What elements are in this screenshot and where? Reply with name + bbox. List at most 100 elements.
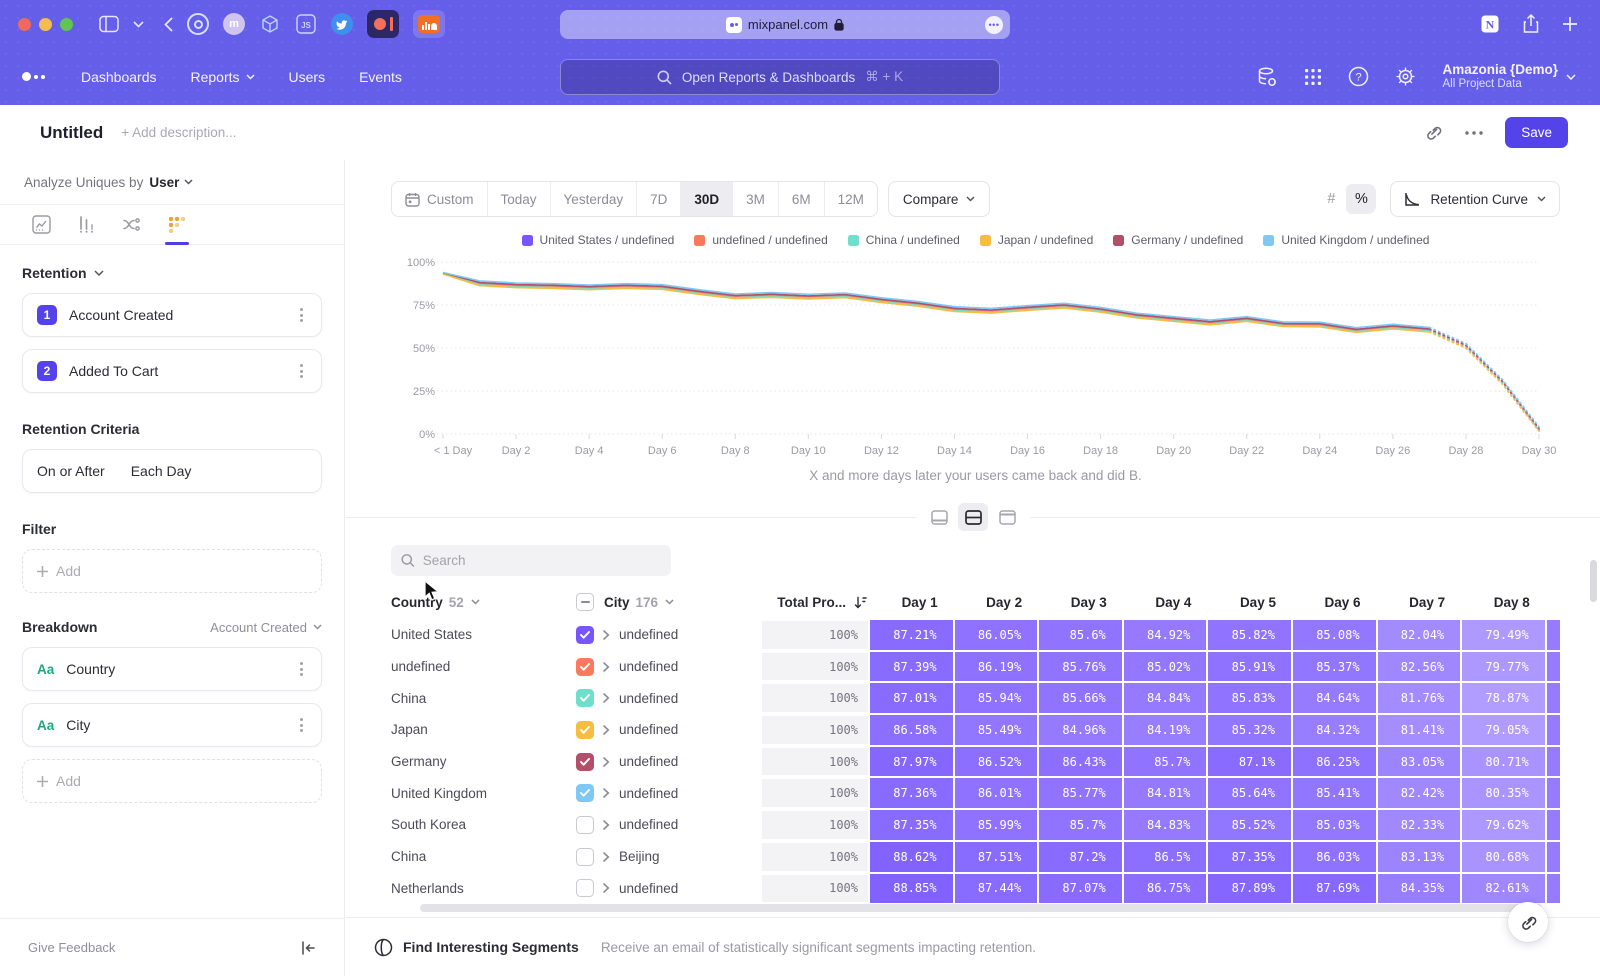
apps-grid-icon[interactable] [1304,68,1322,86]
share-link-fab[interactable] [1508,902,1548,942]
breakdown-event-selector[interactable]: Account Created [210,620,322,635]
expand-row-icon[interactable] [603,883,610,893]
retention-value-cell[interactable]: 86.5% [1124,842,1207,872]
nav-item-reports[interactable]: Reports [191,69,255,85]
series-line-projected[interactable] [1429,330,1539,430]
breakdown-city[interactable]: Aa City [22,703,322,747]
retention-value-cell[interactable]: 84.96% [1039,715,1122,745]
retention-value-cell[interactable]: 85.6% [1039,620,1122,650]
retention-value-cell[interactable]: 85.82% [1208,620,1291,650]
country-cell[interactable]: Netherlands [391,873,531,905]
city-cell[interactable]: undefined [531,682,761,714]
select-all-checkbox[interactable] [576,593,594,611]
zoom-window-button[interactable] [60,18,73,31]
retention-value-cell[interactable]: 86.58% [870,715,953,745]
legend-item[interactable]: United States / undefined [522,233,675,247]
retention-value-cell[interactable]: 80.68% [1462,842,1545,872]
retention-value-cell[interactable]: 87.07% [1039,874,1122,904]
retention-value-cell[interactable]: 84.92% [1124,620,1207,650]
kebab-menu-icon[interactable] [296,304,307,326]
favicon-js-icon[interactable]: JS [295,13,317,35]
retention-value-cell[interactable]: 82.33% [1378,810,1461,840]
retention-value-cell[interactable]: 84.32% [1293,715,1376,745]
retention-value-cell[interactable]: 79.49% [1462,620,1545,650]
favicon-bird-icon[interactable] [331,13,353,35]
save-button[interactable]: Save [1505,117,1568,148]
retention-value-cell[interactable]: 85.08% [1293,620,1376,650]
retention-value-cell[interactable]: 88.85% [870,874,953,904]
retention-value-cell[interactable]: 85.64% [1208,778,1291,808]
day-column-header[interactable]: Day 6 [1292,595,1377,610]
expand-row-icon[interactable] [603,662,610,672]
country-cell[interactable]: Germany [391,746,531,778]
day-column-header[interactable]: Day 7 [1377,595,1462,610]
project-switcher[interactable]: Amazonia {Demo} All Project Data [1442,62,1576,91]
city-cell[interactable]: undefined [531,651,761,683]
table-search[interactable] [391,545,671,576]
favicon-soundcloud-icon[interactable] [413,10,445,38]
retention-value-cell[interactable]: 87.36% [870,778,953,808]
global-search-button[interactable]: Open Reports & Dashboards ⌘ + K [560,59,1000,95]
retention-value-cell[interactable]: 79.62% [1462,810,1545,840]
tab-flows[interactable] [122,205,142,244]
retention-value-cell[interactable]: 85.02% [1124,652,1207,682]
retention-value-cell[interactable]: 79.77% [1462,652,1545,682]
series-line-projected[interactable] [1429,331,1539,431]
retention-value-cell[interactable]: 87.69% [1293,874,1376,904]
copy-link-icon[interactable] [1424,123,1443,142]
day-column-header[interactable]: Day 8 [1461,595,1546,610]
retention-value-cell[interactable]: 87.97% [870,747,953,777]
series-line-projected[interactable] [1429,332,1539,431]
country-column-header[interactable]: Country52 [391,595,531,610]
country-cell[interactable]: undefined [391,651,531,683]
date-range-yesterday[interactable]: Yesterday [551,182,638,216]
row-checkbox[interactable] [576,784,594,802]
retention-value-cell[interactable]: 85.66% [1039,683,1122,713]
retention-value-cell[interactable]: 82.56% [1378,652,1461,682]
retention-value-cell[interactable]: 82.61% [1462,874,1545,904]
retention-value-cell[interactable]: 87.2% [1039,842,1122,872]
tab-funnels[interactable] [77,205,96,244]
favicon-patreon-icon[interactable] [367,10,399,38]
more-options-button[interactable] [1465,131,1483,135]
retention-section-header[interactable]: Retention [22,265,322,281]
city-cell[interactable]: undefined [531,873,761,905]
retention-value-cell[interactable]: 87.35% [870,810,953,840]
url-bar[interactable]: mixpanel.com ••• [560,10,1010,39]
day-column-header[interactable]: Day 5 [1207,595,1292,610]
retention-value-cell[interactable]: 85.32% [1208,715,1291,745]
data-management-icon[interactable] [1256,66,1278,88]
settings-gear-icon[interactable] [1395,66,1416,87]
legend-item[interactable]: Japan / undefined [980,233,1093,247]
favicon-m-icon[interactable]: m [223,13,245,35]
find-segments-button[interactable]: Find Interesting Segments [374,938,579,957]
retention-value-cell[interactable]: 85.83% [1208,683,1291,713]
tab-insights[interactable] [32,205,51,244]
retention-value-cell[interactable]: 85.77% [1039,778,1122,808]
date-range-12m[interactable]: 12M [825,182,877,216]
retention-value-cell[interactable]: 82.04% [1378,620,1461,650]
expand-row-icon[interactable] [603,820,610,830]
city-cell[interactable]: undefined [531,746,761,778]
layout-chart-only-button[interactable] [924,503,954,531]
retention-value-cell[interactable]: 87.1% [1208,747,1291,777]
minimize-window-button[interactable] [39,18,52,31]
retention-value-cell[interactable]: 79.05% [1462,715,1545,745]
retention-value-cell[interactable]: 85.76% [1039,652,1122,682]
retention-value-cell[interactable]: 86.05% [955,620,1038,650]
nav-item-dashboards[interactable]: Dashboards [81,69,157,85]
row-checkbox[interactable] [576,879,594,897]
close-window-button[interactable] [18,18,31,31]
country-cell[interactable]: South Korea [391,809,531,841]
series-line[interactable] [443,273,1429,328]
day-column-header[interactable]: Day 2 [954,595,1039,610]
retention-value-cell[interactable]: 85.7% [1039,810,1122,840]
nav-item-events[interactable]: Events [359,69,402,85]
retention-value-cell[interactable]: 87.51% [955,842,1038,872]
legend-item[interactable]: Germany / undefined [1113,233,1243,247]
date-range-custom[interactable]: Custom [392,182,488,216]
mixpanel-logo[interactable] [22,72,45,81]
filter-add-button[interactable]: Add [22,549,322,593]
country-cell[interactable]: China [391,841,531,873]
retention-value-cell[interactable]: 85.49% [955,715,1038,745]
